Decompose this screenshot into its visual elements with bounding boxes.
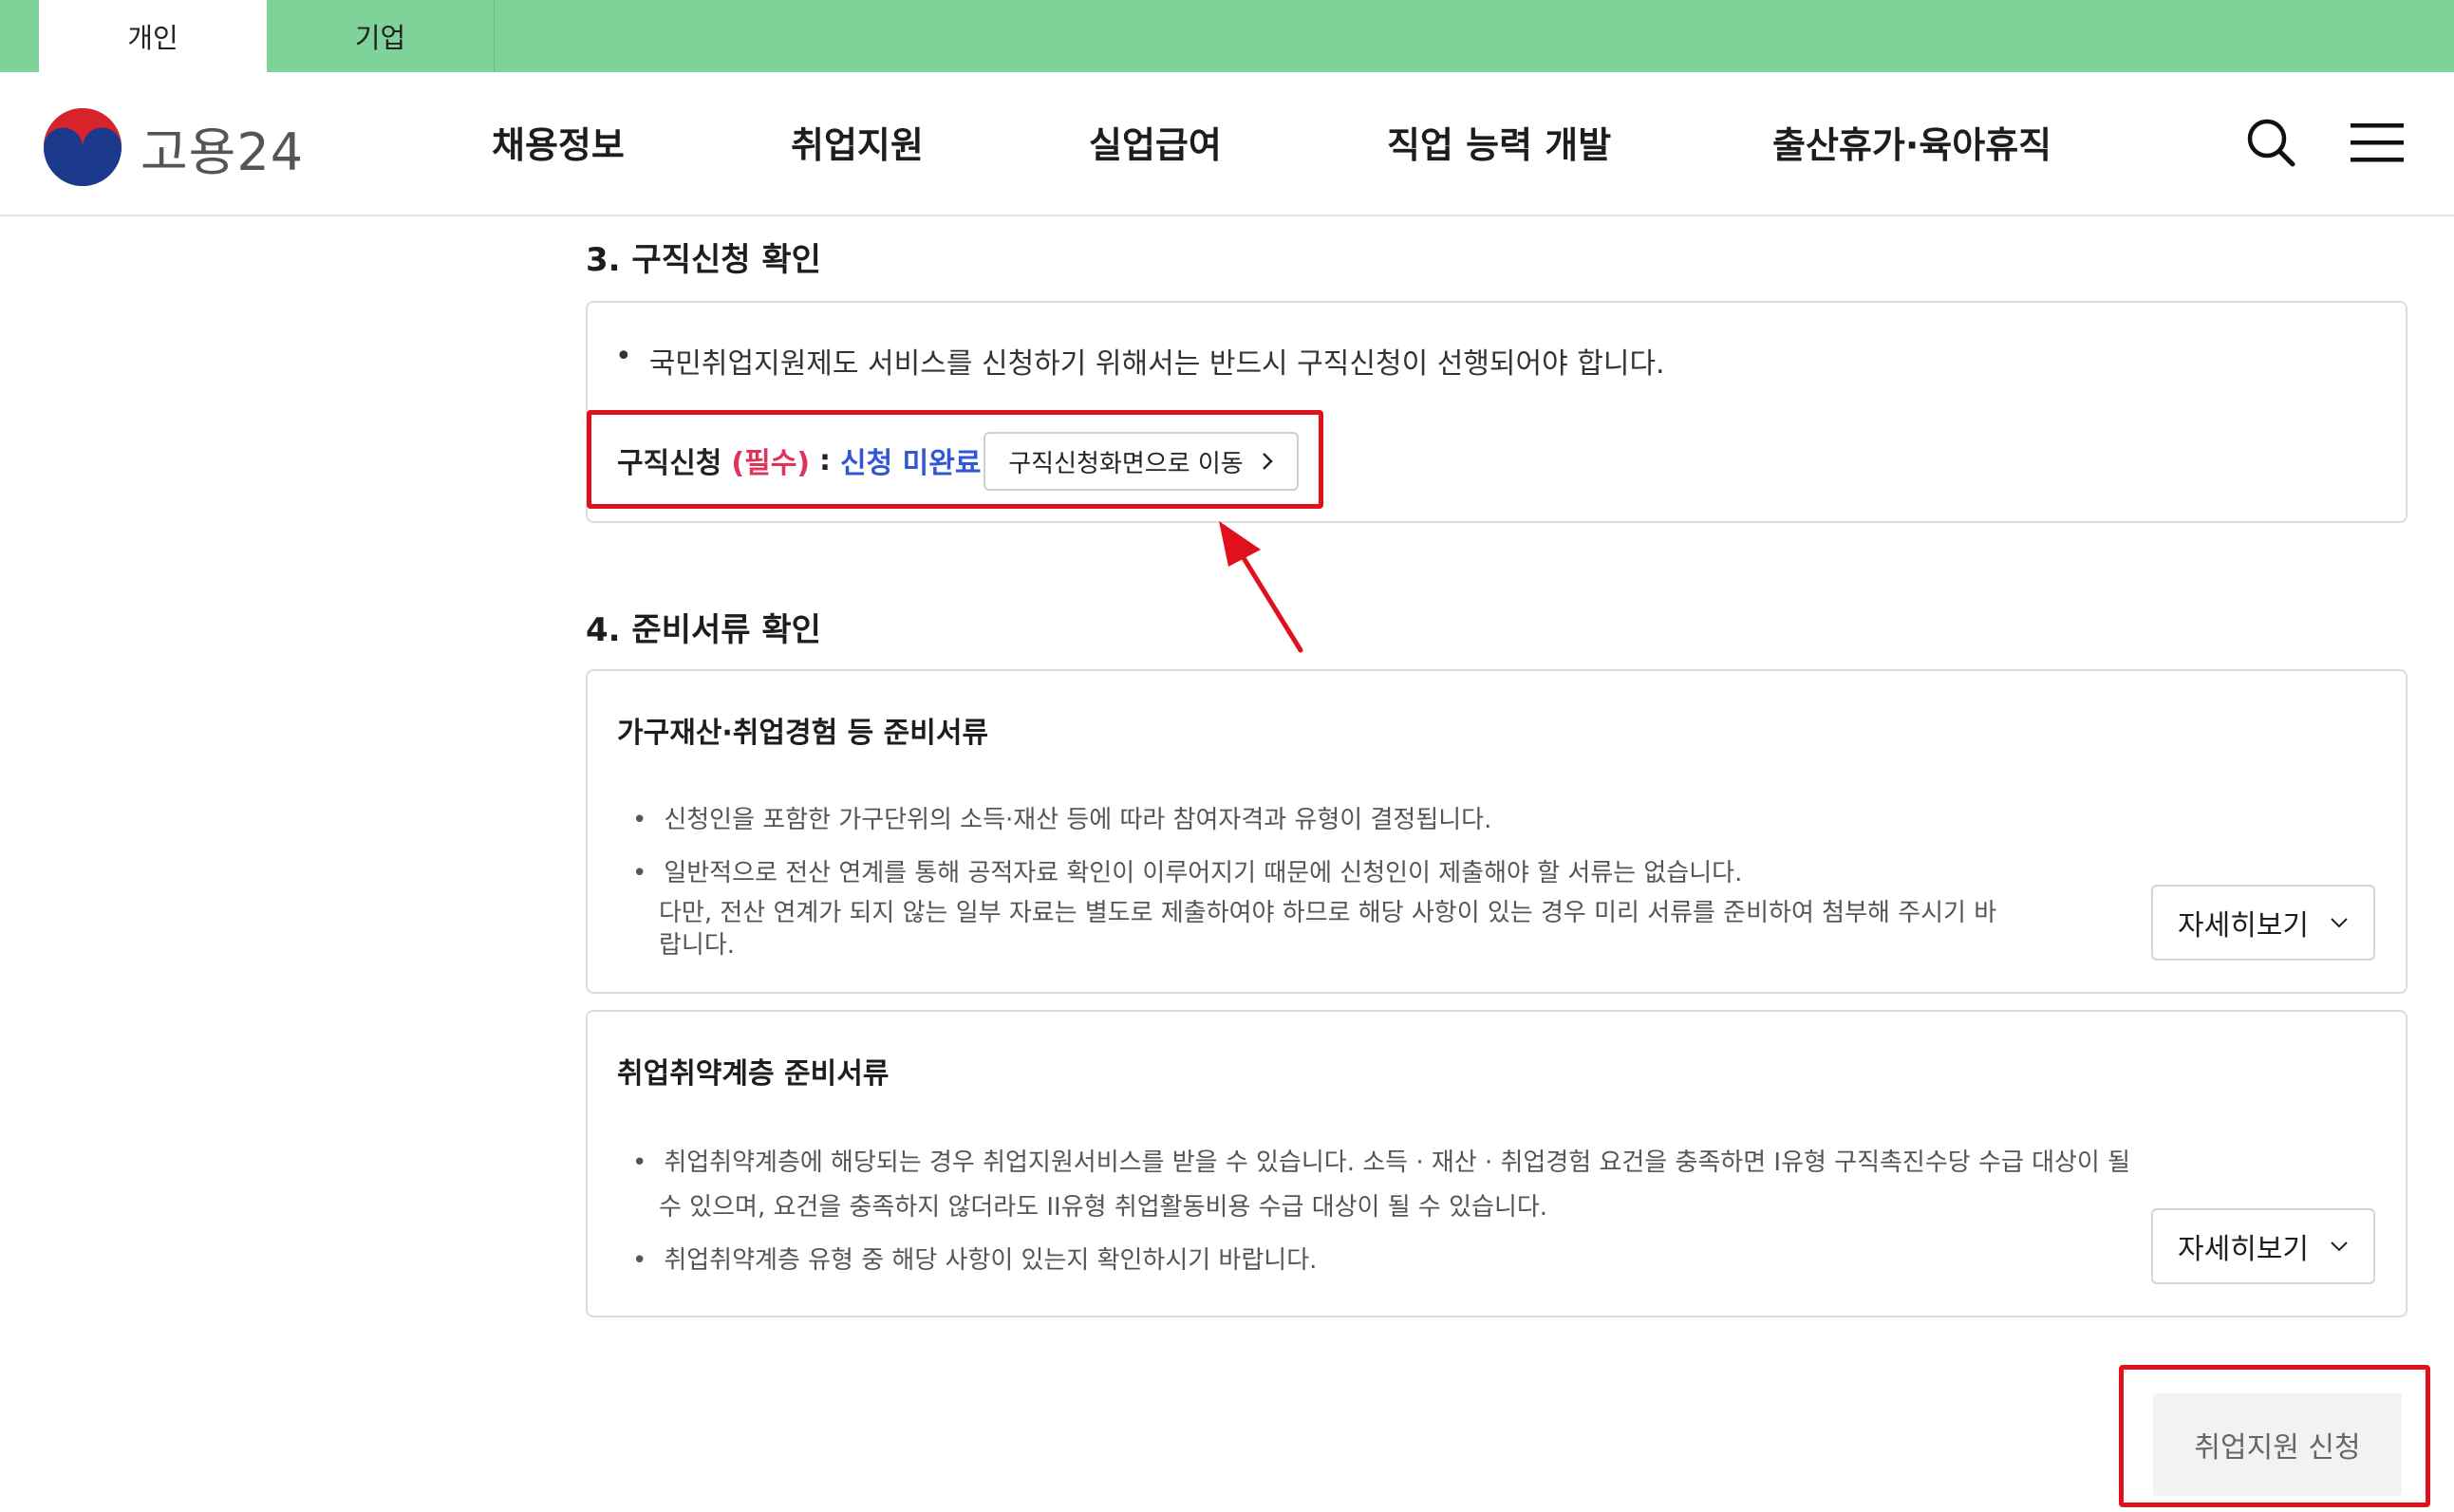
bullet-dot: • (632, 806, 647, 834)
bullet-dot: • (615, 340, 632, 373)
list-item-continuation: 랍니다. (659, 931, 736, 960)
household-documents-heading: 가구재산·취업경험 등 준비서류 (617, 717, 989, 750)
chevron-down-icon (2331, 918, 2348, 928)
chevron-down-icon (2331, 1241, 2348, 1252)
details-button-label: 자세히보기 (2178, 909, 2309, 943)
nav-unemployment-benefit[interactable]: 실업급여 (1089, 116, 1222, 168)
list-item-continuation: 수 있으며, 요건을 충족하지 않더라도 II유형 취업활동비용 수급 대상이 … (659, 1193, 1548, 1222)
list-item: • 신청인을 포함한 가구단위의 소득·재산 등에 따라 참여자격과 유형이 결… (632, 804, 1491, 836)
list-item: • 취업취약계층에 해당되는 경우 취업지원서비스를 받을 수 있습니다. 소득… (632, 1147, 2130, 1179)
nav-parental-leave[interactable]: 출산휴가·육아휴직 (1772, 116, 2051, 168)
list-item-continuation: 다만, 전산 연계가 되지 않는 일부 자료는 별도로 제출하여야 하므로 해당… (659, 899, 1997, 927)
details-button-label: 자세히보기 (2178, 1233, 2309, 1266)
site-logo[interactable]: 고용24 (42, 106, 327, 188)
annotation-arrow-icon (1219, 521, 1303, 653)
nav-employment-support[interactable]: 취업지원 (791, 116, 924, 168)
search-icon[interactable] (2242, 114, 2299, 171)
list-item-text: 신청인을 포함한 가구단위의 소득·재산 등에 따라 참여자격과 유형이 결정됩… (664, 806, 1492, 834)
list-item-text: 취업취약계층에 해당되는 경우 취업지원서비스를 받을 수 있습니다. 소득 ·… (664, 1148, 2131, 1177)
notice-row: • 국민취업지원제도 서비스를 신청하기 위해서는 반드시 구직신청이 선행되어… (615, 340, 1665, 382)
highlight-box-apply (2119, 1365, 2430, 1507)
vulnerable-group-details-button[interactable]: 자세히보기 (2151, 1208, 2375, 1284)
nav-job-info[interactable]: 채용정보 (492, 116, 625, 168)
notice-text: 국민취업지원제도 서비스를 신청하기 위해서는 반드시 구직신청이 선행되어야 … (648, 347, 1665, 381)
section-title-job-application: 3. 구직신청 확인 (586, 241, 821, 279)
bullet-dot: • (632, 1246, 647, 1275)
bullet-dot: • (632, 1148, 647, 1177)
taegeuk-logo-icon (44, 108, 122, 186)
list-item: • 일반적으로 전산 연계를 통해 공적자료 확인이 이루어지기 때문에 신청인… (632, 857, 1742, 889)
section-title-documents: 4. 준비서류 확인 (586, 611, 821, 649)
top-tab-bar: 개인 기업 (0, 0, 2454, 72)
logo-text: 고용24 (140, 121, 305, 182)
bullet-dot: • (632, 859, 647, 887)
list-item-text: 일반적으로 전산 연계를 통해 공적자료 확인이 이루어지기 때문에 신청인이 … (664, 859, 1743, 887)
tab-business[interactable]: 기업 (267, 0, 495, 72)
household-details-button[interactable]: 자세히보기 (2151, 885, 2375, 961)
highlight-box-status (587, 410, 1323, 509)
menu-icon[interactable] (2349, 114, 2406, 171)
site-header: 고용24 채용정보 취업지원 실업급여 직업 능력 개발 출산휴가·육아휴직 (0, 72, 2454, 216)
list-item: • 취업취약계층 유형 중 해당 사항이 있는지 확인하시기 바랍니다. (632, 1244, 1317, 1277)
nav-vocational-training[interactable]: 직업 능력 개발 (1387, 116, 1611, 168)
tab-personal[interactable]: 개인 (39, 0, 267, 72)
list-item-text: 취업취약계층 유형 중 해당 사항이 있는지 확인하시기 바랍니다. (664, 1246, 1318, 1275)
vulnerable-group-heading: 취업취약계층 준비서류 (617, 1057, 890, 1091)
